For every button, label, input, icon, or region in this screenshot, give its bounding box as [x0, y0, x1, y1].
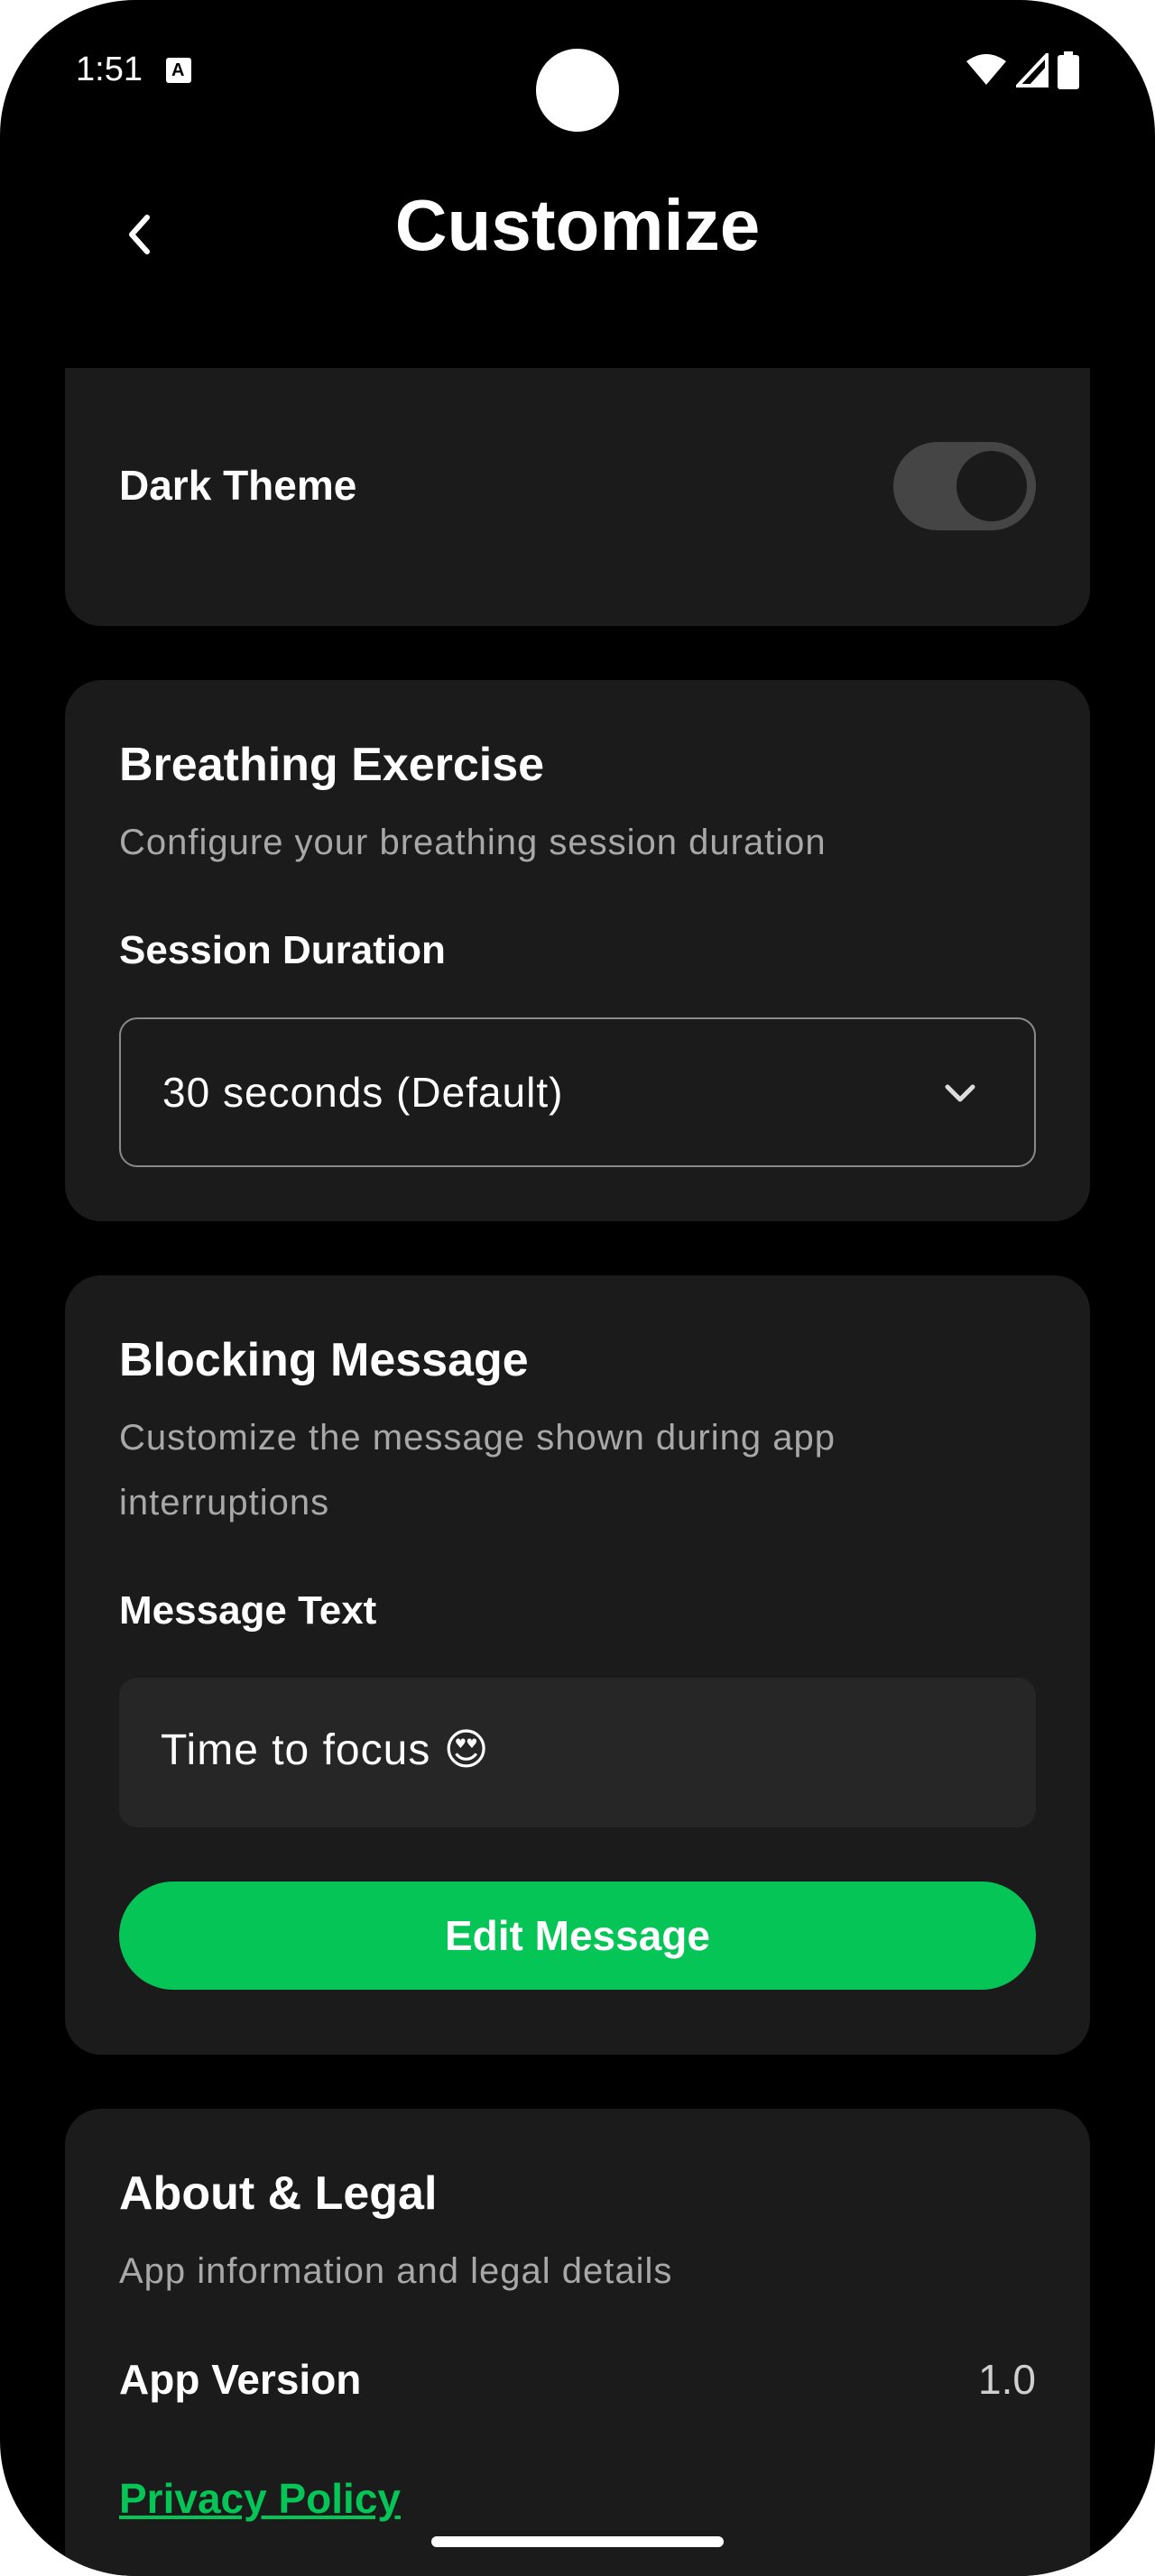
page-title: Customize — [394, 185, 761, 265]
app-version-label: App Version — [119, 2356, 362, 2403]
message-text-label: Message Text — [119, 1588, 377, 1633]
home-indicator[interactable] — [431, 2536, 724, 2547]
blocking-title: Blocking Message — [119, 1334, 529, 1386]
privacy-policy-link[interactable]: Privacy Policy — [119, 2471, 401, 2525]
dark-theme-toggle[interactable] — [893, 442, 1036, 530]
camera-cutout — [536, 49, 619, 132]
battery-icon — [1058, 51, 1079, 89]
edit-message-button[interactable]: Edit Message — [119, 1881, 1036, 1990]
notification-a-icon — [166, 58, 191, 83]
message-text-field[interactable]: Time to focus 😍 — [119, 1678, 1036, 1827]
app-version-value: 1.0 — [978, 2356, 1036, 2403]
session-duration-dropdown[interactable]: 30 seconds (Default) — [119, 1017, 1036, 1167]
status-bar: 1:51 — [0, 0, 1155, 144]
toggle-knob — [956, 451, 1027, 521]
status-icons — [966, 51, 1079, 90]
blocking-message-card: Blocking Message Customize the message s… — [65, 1275, 1090, 2055]
message-text-value: Time to focus 😍 — [161, 1726, 490, 1774]
breathing-card: Breathing Exercise Configure your breath… — [65, 680, 1090, 1221]
wifi-icon — [966, 54, 1006, 85]
breathing-title: Breathing Exercise — [119, 739, 545, 791]
session-duration-label: Session Duration — [119, 928, 446, 972]
dark-theme-label: Dark Theme — [119, 462, 357, 509]
phone-screen: 1:51 Customize Dark Theme — [0, 0, 1155, 2576]
blocking-description: Customize the message shown during app i… — [119, 1418, 836, 1523]
appearance-card: Dark Theme — [65, 368, 1090, 626]
status-time: 1:51 — [76, 51, 143, 88]
session-duration-value: 30 seconds (Default) — [162, 1069, 564, 1116]
breathing-description: Configure your breathing session duratio… — [119, 823, 827, 862]
signal-icon — [1016, 53, 1049, 87]
about-legal-card: About & Legal App information and legal … — [65, 2109, 1090, 2576]
about-description: App information and legal details — [119, 2251, 673, 2291]
about-title: About & Legal — [119, 2167, 438, 2220]
chevron-down-icon — [945, 1084, 975, 1102]
